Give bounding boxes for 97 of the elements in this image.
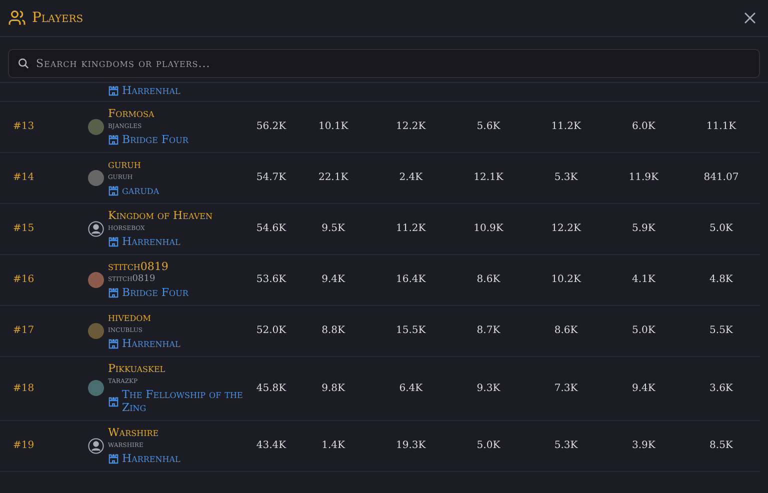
username: warshire: [108, 439, 144, 452]
stat-value: 8.5K: [710, 440, 733, 451]
stat-value: 5.6K: [476, 121, 500, 132]
stat-value: 4.8K: [710, 274, 733, 285]
rank-label: #19: [12, 440, 36, 451]
close-icon[interactable]: [744, 12, 756, 24]
stat-value: 5.0K: [710, 223, 733, 234]
username: tarazkp: [108, 375, 139, 388]
castle-icon: [108, 453, 119, 464]
castle-icon: [108, 338, 119, 349]
rank-label: #15: [12, 223, 36, 234]
panel-title: Players: [32, 10, 84, 26]
stat-value: 3.6K: [710, 382, 733, 394]
avatar-icon: [88, 438, 104, 454]
kingdom-link[interactable]: Bridge Four: [122, 286, 188, 299]
stat-value: 10.1K: [318, 121, 348, 132]
stat-value: 7.3K: [554, 382, 578, 394]
stat-value: 9.5K: [322, 223, 346, 234]
stat-value: 12.2K: [551, 223, 581, 234]
stat-value: 5.5K: [710, 325, 733, 336]
player-name: guruh: [108, 158, 142, 171]
stat-value: 8.8K: [322, 325, 346, 336]
stat-value: 11.9K: [628, 172, 659, 183]
castle-icon: [108, 185, 119, 196]
stat-value: 45.8K: [256, 382, 286, 394]
stat-value: 5.3K: [554, 440, 578, 451]
castle-icon: [108, 134, 119, 145]
kingdom-link[interactable]: Bridge Four: [122, 133, 188, 146]
player-name: Kingdom of Heaven: [108, 209, 214, 222]
stat-value: 5.3K: [554, 172, 578, 183]
rank-label: #14: [12, 172, 36, 183]
stat-value: 43.4K: [256, 440, 286, 451]
stat-value: 16.4K: [396, 274, 426, 285]
rank-label: #13: [12, 121, 36, 132]
stat-value: 9.8K: [322, 382, 346, 394]
stat-value: 6.4K: [399, 382, 423, 394]
stat-value: 11.2K: [396, 223, 426, 234]
stat-value: 11.1K: [706, 121, 736, 132]
kingdom-link[interactable]: The Fellowship of the Zing: [122, 388, 248, 414]
stat-value: 19.3K: [396, 440, 426, 451]
stat-value: 5.9K: [632, 223, 656, 234]
stat-value: 12.1K: [474, 172, 504, 183]
player-name: Pikkuaskel: [108, 362, 166, 375]
kingdom-link[interactable]: garuda: [122, 184, 160, 197]
castle-icon: [108, 85, 119, 96]
stat-value: 9.4K: [632, 382, 656, 394]
users-icon: [8, 9, 26, 27]
kingdom-link[interactable]: Harrenhal: [122, 84, 180, 97]
rank-label: #16: [12, 274, 36, 285]
rank-label: #17: [12, 325, 36, 336]
kingdom-link[interactable]: Harrenhal: [122, 235, 180, 248]
castle-icon: [108, 287, 119, 298]
stat-value: 8.6K: [554, 325, 578, 336]
username: guruh: [108, 171, 134, 184]
avatar-photo-placeholder: [88, 272, 104, 288]
avatar-photo-placeholder: [88, 380, 104, 396]
stat-value: 15.5K: [396, 325, 426, 336]
stat-value: 841.07: [704, 172, 739, 183]
player-name: stitch0819: [108, 260, 170, 273]
avatar-photo-placeholder: [88, 170, 104, 186]
stat-value: 22.1K: [318, 172, 348, 183]
player-name: hivedom: [108, 311, 152, 324]
stat-value: 54.6K: [256, 223, 286, 234]
username: horsebox: [108, 222, 146, 235]
stat-value: 3.9K: [632, 440, 656, 451]
castle-icon: [108, 396, 119, 406]
kingdom-link[interactable]: Harrenhal: [122, 337, 180, 350]
stat-value: 6.0K: [632, 121, 656, 132]
stat-value: 8.7K: [476, 325, 500, 336]
avatar-photo-placeholder: [88, 118, 104, 134]
stat-value: 5.0K: [476, 440, 500, 451]
search-field[interactable]: Search kingdoms or players...: [8, 49, 760, 78]
stat-value: 56.2K: [256, 121, 286, 132]
kingdom-link[interactable]: Harrenhal: [122, 452, 180, 465]
avatar-photo-placeholder: [88, 322, 104, 338]
stat-value: 9.4K: [322, 274, 346, 285]
stat-value: 11.2K: [551, 121, 581, 132]
stat-value: 4.1K: [632, 274, 656, 285]
player-name: Warshire: [108, 426, 160, 439]
username: stitch0819: [108, 273, 156, 286]
player-name: Formosa: [108, 107, 156, 120]
username: incublus: [108, 324, 144, 337]
stat-value: 9.3K: [476, 382, 500, 394]
stat-value: 2.4K: [399, 172, 423, 183]
stat-value: 10.9K: [474, 223, 504, 234]
stat-value: 12.2K: [396, 121, 426, 132]
rank-label: #18: [12, 382, 36, 394]
stat-value: 53.6K: [256, 274, 286, 285]
avatar-icon: [88, 220, 104, 236]
stat-value: 5.0K: [632, 325, 656, 336]
stat-value: 1.4K: [322, 440, 346, 451]
stat-value: 52.0K: [256, 325, 286, 336]
stat-value: 10.2K: [551, 274, 581, 285]
castle-icon: [108, 236, 119, 247]
stat-value: 8.6K: [476, 274, 500, 285]
username: bjangles: [108, 120, 143, 133]
stat-value: 54.7K: [256, 172, 286, 183]
